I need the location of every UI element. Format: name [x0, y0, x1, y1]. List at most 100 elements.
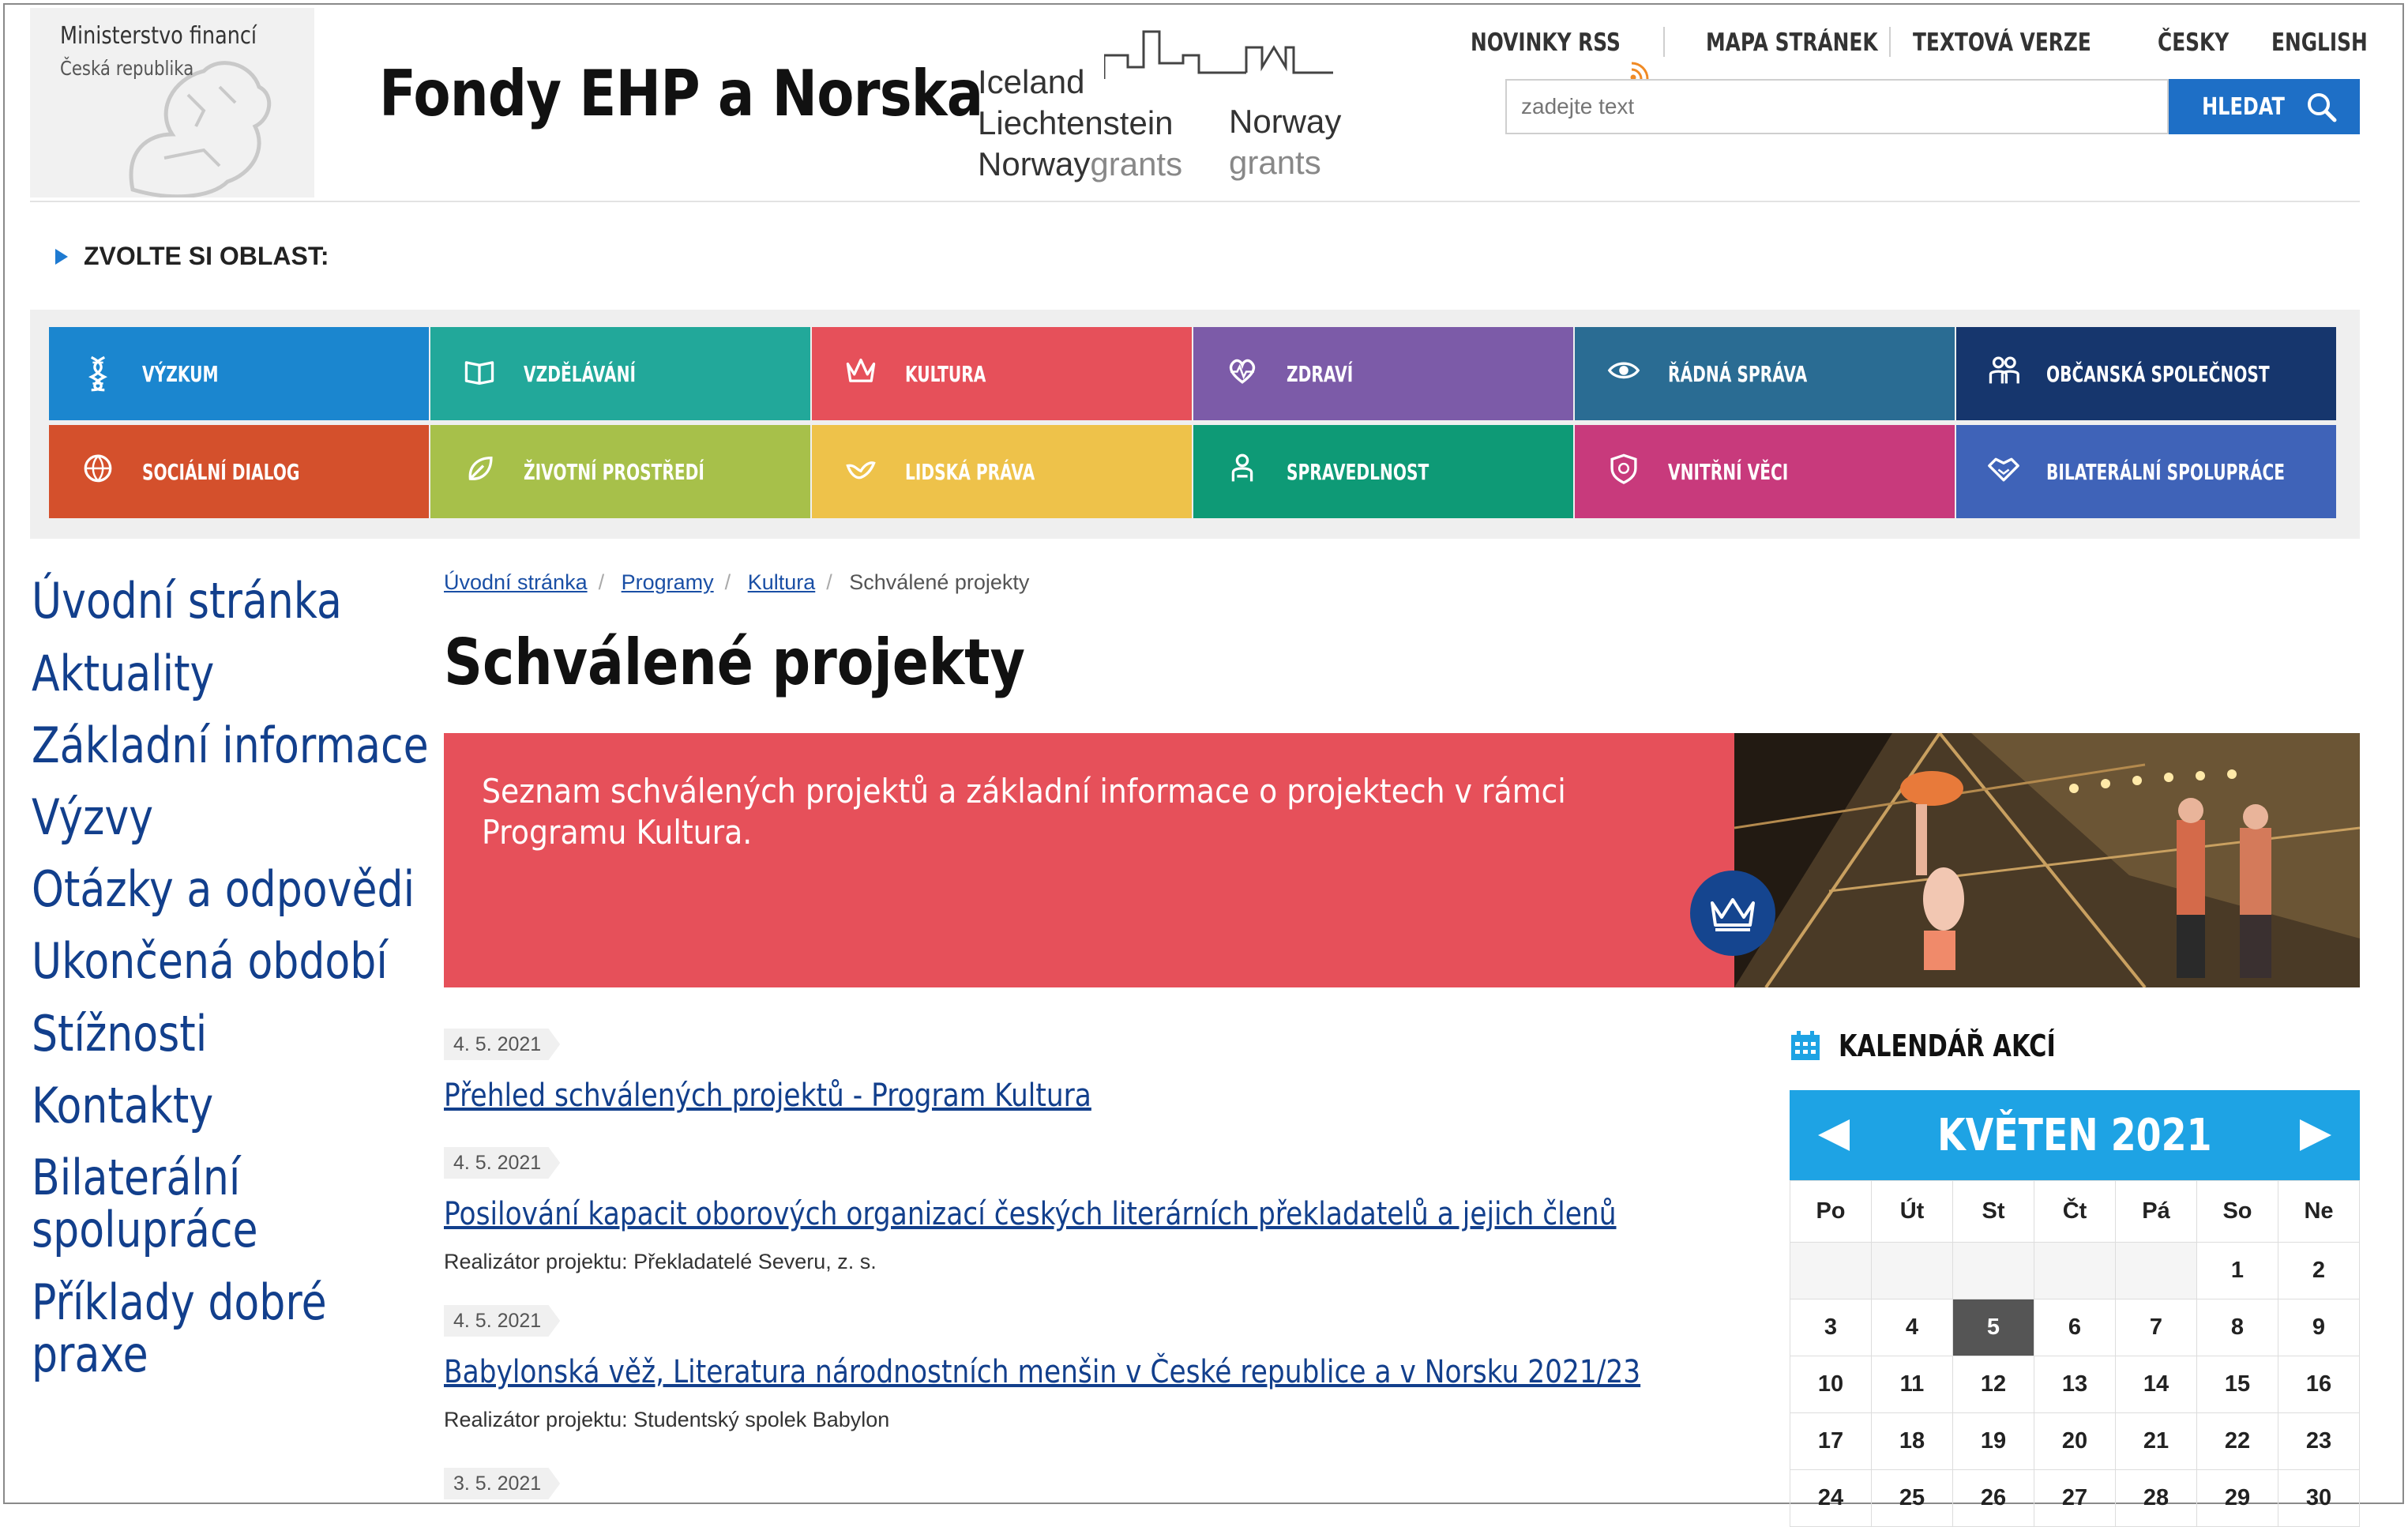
text-version-link[interactable]: TEXTOVÁ VERZE — [1913, 28, 2091, 57]
calendar-day[interactable]: 4 — [1872, 1299, 1953, 1356]
calendar-day[interactable]: 29 — [2197, 1470, 2278, 1527]
search-button[interactable]: HLEDAT — [2169, 79, 2360, 134]
previous-month-arrow-icon[interactable] — [1818, 1119, 1850, 1151]
calendar-day[interactable]: 23 — [2278, 1413, 2360, 1470]
nav-label-line1: Příklady dobré — [32, 1273, 327, 1331]
calendar-day[interactable]: 13 — [2034, 1356, 2116, 1413]
calendar-month: KVĚTEN 2021 — [1937, 1109, 2212, 1161]
calendar-day[interactable]: 16 — [2278, 1356, 2360, 1413]
calendar-day[interactable]: 26 — [1953, 1470, 2034, 1527]
article-date: 4. 5. 2021 — [444, 1029, 561, 1060]
rss-icon[interactable] — [1630, 60, 1651, 81]
calendar-day[interactable]: 20 — [2034, 1413, 2116, 1470]
culture-badge — [1690, 871, 1775, 956]
nav-label-line1: Bilaterální — [32, 1149, 241, 1206]
area-tile-label: SOCIÁLNÍ DIALOG — [142, 458, 300, 485]
area-tile-label: KULTURA — [905, 360, 986, 387]
grants-logo[interactable]: Iceland Liechtenstein Norwaygrants Norwa… — [978, 24, 1349, 182]
nav-aktuality[interactable]: Aktuality — [32, 648, 214, 700]
english-language-link[interactable]: ENGLISH — [2271, 28, 2368, 57]
area-tile-label: BILATERÁLNÍ SPOLUPRÁCE — [2046, 458, 2286, 485]
breadcrumb-home[interactable]: Úvodní stránka — [444, 570, 588, 594]
calendar-day[interactable]: 25 — [1872, 1470, 1953, 1527]
sitemap-link[interactable]: MAPA STRÁNEK — [1706, 28, 1878, 57]
nav-uvodni-stranka[interactable]: Úvodní stránka — [32, 575, 342, 627]
next-month-arrow-icon[interactable] — [2299, 1119, 2331, 1151]
calendar-day-today[interactable]: 5 — [1953, 1299, 2034, 1356]
calendar-day[interactable]: 11 — [1872, 1356, 1953, 1413]
site-title[interactable]: Fondy EHP a Norska — [379, 57, 983, 130]
area-tile-6[interactable]: OBČANSKÁ SPOLEČNOST — [1956, 327, 2336, 420]
calendar-day[interactable]: 12 — [1953, 1356, 2034, 1413]
article-link[interactable]: Babylonská věž, Literatura národnostních… — [444, 1354, 1640, 1390]
nav-priklady-dobre-praxe[interactable]: Příklady dobré praxe — [32, 1277, 327, 1381]
article-link[interactable]: Přehled schválených projektů - Program K… — [444, 1078, 1091, 1114]
divider — [1889, 27, 1891, 57]
calendar-weekday: St — [1953, 1181, 2034, 1243]
calendar-day[interactable]: 27 — [2034, 1470, 2116, 1527]
czech-language-link[interactable]: ČESKY — [2158, 28, 2229, 57]
nav-stiznosti[interactable]: Stížnosti — [32, 1008, 207, 1060]
area-tile-2[interactable]: VZDĚLÁVÁNÍ — [430, 327, 810, 420]
search-input[interactable] — [1505, 79, 2169, 134]
calendar-day[interactable]: 22 — [2197, 1413, 2278, 1470]
search-button-label: HLEDAT — [2201, 92, 2285, 121]
calendar-empty-cell — [1872, 1243, 1953, 1299]
calendar-day[interactable]: 18 — [1872, 1413, 1953, 1470]
breadcrumb-separator: / — [826, 570, 832, 594]
calendar-day[interactable]: 2 — [2278, 1243, 2360, 1299]
calendar-day[interactable]: 6 — [2034, 1299, 2116, 1356]
rss-link[interactable]: NOVINKY RSS — [1471, 28, 1621, 57]
header-divider — [30, 201, 2360, 202]
grants-label: grants — [1090, 145, 1183, 182]
area-tile-label: LIDSKÁ PRÁVA — [905, 458, 1035, 485]
calendar-day[interactable]: 21 — [2116, 1413, 2197, 1470]
area-tile-12[interactable]: BILATERÁLNÍ SPOLUPRÁCE — [1956, 425, 2336, 518]
nav-zakladni-informace[interactable]: Základní informace — [32, 720, 429, 772]
calendar-day[interactable]: 14 — [2116, 1356, 2197, 1413]
breadcrumb: Úvodní stránka / Programy / Kultura / Schvá… — [444, 570, 1029, 595]
area-tile-4[interactable]: ZDRAVÍ — [1193, 327, 1573, 420]
calendar-day[interactable]: 17 — [1790, 1413, 1872, 1470]
nav-ukoncena-obdobi[interactable]: Ukončená období — [32, 935, 388, 987]
breadcrumb-programy[interactable]: Programy — [622, 570, 714, 594]
calendar-day[interactable]: 8 — [2197, 1299, 2278, 1356]
calendar-weekday: Ne — [2278, 1181, 2360, 1243]
calendar-day[interactable]: 9 — [2278, 1299, 2360, 1356]
calendar-weekday: Po — [1790, 1181, 1872, 1243]
dove-icon — [840, 451, 881, 492]
area-tile-1[interactable]: VÝZKUM — [49, 327, 429, 420]
calendar-day[interactable]: 1 — [2197, 1243, 2278, 1299]
nav-otazky-a-odpovedi[interactable]: Otázky a odpovědi — [32, 863, 415, 916]
article-meta: Realizátor projektu: Překladatelé Severu… — [444, 1250, 877, 1273]
nav-bilateralni-spoluprace[interactable]: Bilaterální spolupráce — [32, 1152, 258, 1256]
acrobats-photo — [1734, 733, 2360, 987]
area-tile-5[interactable]: ŘÁDNÁ SPRÁVA — [1575, 327, 1955, 420]
ministry-logo[interactable]: Ministerstvo financí Česká republika — [30, 8, 314, 197]
area-tile-3[interactable]: KULTURA — [812, 327, 1192, 420]
calendar-empty-cell — [2116, 1243, 2197, 1299]
calendar-day[interactable]: 24 — [1790, 1470, 1872, 1527]
area-tile-8[interactable]: ŽIVOTNÍ PROSTŘEDÍ — [430, 425, 810, 518]
article-link[interactable]: Posilování kapacit oborových organizací … — [444, 1196, 1617, 1232]
calendar-icon — [1791, 1031, 1820, 1060]
calendar-day[interactable]: 19 — [1953, 1413, 2034, 1470]
breadcrumb-current: Schválené projekty — [849, 570, 1030, 594]
calendar-day[interactable]: 10 — [1790, 1356, 1872, 1413]
area-tile-10[interactable]: SPRAVEDLNOST — [1193, 425, 1573, 518]
calendar-day[interactable]: 28 — [2116, 1470, 2197, 1527]
handshake-icon — [1985, 451, 2023, 492]
calendar-day[interactable]: 15 — [2197, 1356, 2278, 1413]
breadcrumb-separator: / — [724, 570, 731, 594]
area-tile-11[interactable]: VNITŘNÍ VĚCI — [1575, 425, 1955, 518]
calendar-day[interactable]: 3 — [1790, 1299, 1872, 1356]
breadcrumb-kultura[interactable]: Kultura — [748, 570, 816, 594]
iceland-label: Iceland — [978, 63, 1085, 100]
calendar-day[interactable]: 30 — [2278, 1470, 2360, 1527]
area-tile-label: ŽIVOTNÍ PROSTŘEDÍ — [524, 458, 704, 485]
calendar-day[interactable]: 7 — [2116, 1299, 2197, 1356]
area-tile-9[interactable]: LIDSKÁ PRÁVA — [812, 425, 1192, 518]
nav-kontakty[interactable]: Kontakty — [32, 1080, 213, 1132]
area-tile-7[interactable]: SOCIÁLNÍ DIALOG — [49, 425, 429, 518]
nav-vyzvy[interactable]: Výzvy — [32, 792, 153, 844]
